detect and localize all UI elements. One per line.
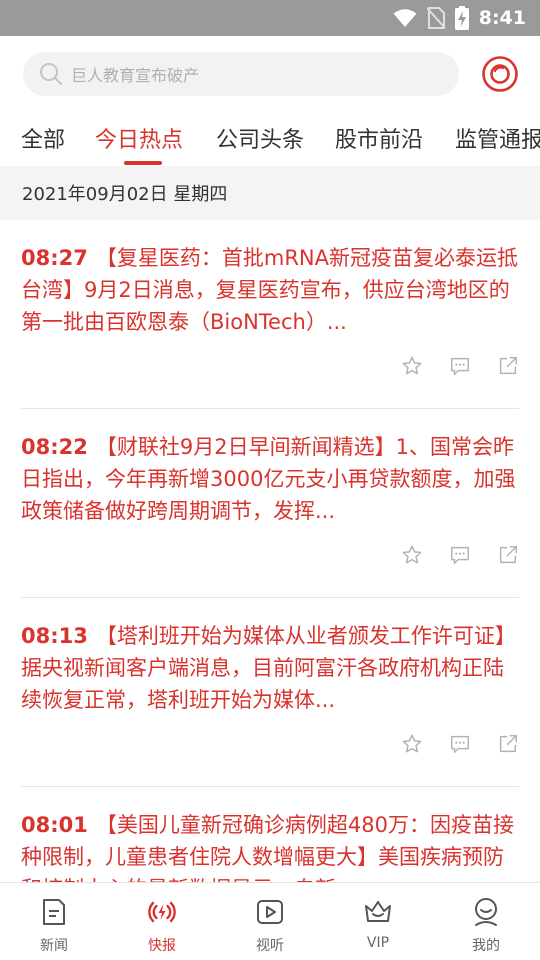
nav-label: 新闻: [40, 938, 68, 954]
news-text: 08:01 【美国儿童新冠确诊病例超480万：因疫苗接种限制，儿童患者住院人数增幅…: [21, 809, 519, 882]
nav-item-flash[interactable]: 快报: [108, 883, 216, 960]
comment-icon[interactable]: [449, 733, 471, 755]
battery-charging-icon: [454, 6, 469, 30]
news-actions: [401, 733, 519, 755]
news-time: 08:13: [21, 624, 88, 648]
nav-label: VIP: [366, 935, 390, 951]
news-content: 【财联社9月2日早间新闻精选】1、国常会昨日指出，今年再新增3000亿元支小再贷…: [21, 435, 516, 523]
share-icon[interactable]: [497, 355, 519, 377]
bottom-nav: 新闻 快报 视听 VIP 我的: [0, 882, 540, 960]
date-bar: 2021年09月02日 星期四: [0, 166, 540, 220]
nav-label: 我的: [472, 938, 500, 954]
star-icon[interactable]: [401, 733, 423, 755]
nav-item-news[interactable]: 新闻: [0, 883, 108, 960]
news-content: 【塔利班开始为媒体从业者颁发工作许可证】据央视新闻客户端消息，目前阿富汗各政府机…: [21, 624, 516, 712]
search-placeholder: 巨人教育宣布破产: [71, 66, 200, 85]
category-tabs: 全部 今日热点 公司头条 股市前沿 监管通报: [0, 112, 540, 166]
tab-stock-frontier[interactable]: 股市前沿: [335, 122, 423, 154]
news-item[interactable]: 08:27 【复星医药：首批mRNA新冠疫苗复必泰运抵台湾】9月2日消息，复星医药…: [0, 220, 540, 409]
search-input[interactable]: 巨人教育宣布破产: [23, 52, 459, 96]
search-header: 巨人教育宣布破产: [0, 36, 540, 112]
tab-regulatory-notice[interactable]: 监管通报: [455, 122, 540, 154]
wifi-icon: [393, 9, 417, 27]
status-time: 8:41: [478, 7, 526, 29]
star-icon[interactable]: [401, 544, 423, 566]
comment-icon[interactable]: [449, 544, 471, 566]
news-time: 08:27: [21, 246, 88, 270]
news-time: 08:22: [21, 435, 88, 459]
news-actions: [401, 355, 519, 377]
tab-company-headlines[interactable]: 公司头条: [216, 122, 304, 154]
record-icon[interactable]: [481, 55, 519, 93]
news-item[interactable]: 08:13 【塔利班开始为媒体从业者颁发工作许可证】据央视新闻客户端消息，目前阿富…: [0, 598, 540, 787]
news-text: 08:27 【复星医药：首批mRNA新冠疫苗复必泰运抵台湾】9月2日消息，复星医药…: [21, 242, 519, 338]
no-sim-icon: [426, 7, 445, 29]
play-icon: [257, 900, 283, 924]
news-text: 08:13 【塔利班开始为媒体从业者颁发工作许可证】据央视新闻客户端消息，目前阿富…: [21, 620, 519, 716]
crown-icon: [365, 901, 391, 922]
news-icon: [43, 899, 65, 925]
tab-today-hot[interactable]: 今日热点: [95, 122, 183, 154]
news-content: 【美国儿童新冠确诊病例超480万：因疫苗接种限制，儿童患者住院人数增幅更大】美国…: [21, 813, 514, 882]
status-icons: 8:41: [393, 0, 526, 36]
nav-item-vip[interactable]: VIP: [324, 883, 432, 960]
comment-icon[interactable]: [449, 355, 471, 377]
profile-icon: [475, 898, 497, 926]
share-icon[interactable]: [497, 544, 519, 566]
active-tab-indicator: [124, 161, 162, 165]
tab-all[interactable]: 全部: [21, 122, 65, 154]
news-item[interactable]: 08:01 【美国儿童新冠确诊病例超480万：因疫苗接种限制，儿童患者住院人数增幅…: [0, 787, 540, 882]
status-bar: 8:41: [0, 0, 540, 36]
nav-label: 视听: [256, 938, 284, 954]
nav-label: 快报: [148, 938, 176, 954]
nav-item-profile[interactable]: 我的: [432, 883, 540, 960]
search-icon: [40, 63, 62, 85]
news-content: 【复星医药：首批mRNA新冠疫苗复必泰运抵台湾】9月2日消息，复星医药宣布，供应…: [21, 246, 518, 334]
news-actions: [401, 544, 519, 566]
news-item[interactable]: 08:22 【财联社9月2日早间新闻精选】1、国常会昨日指出，今年再新增3000亿…: [0, 409, 540, 598]
share-icon[interactable]: [497, 733, 519, 755]
news-text: 08:22 【财联社9月2日早间新闻精选】1、国常会昨日指出，今年再新增3000亿…: [21, 431, 519, 527]
flash-icon: [148, 901, 176, 923]
nav-item-media[interactable]: 视听: [216, 883, 324, 960]
star-icon[interactable]: [401, 355, 423, 377]
news-list[interactable]: 08:27 【复星医药：首批mRNA新冠疫苗复必泰运抵台湾】9月2日消息，复星医药…: [0, 220, 540, 882]
news-time: 08:01: [21, 813, 88, 837]
